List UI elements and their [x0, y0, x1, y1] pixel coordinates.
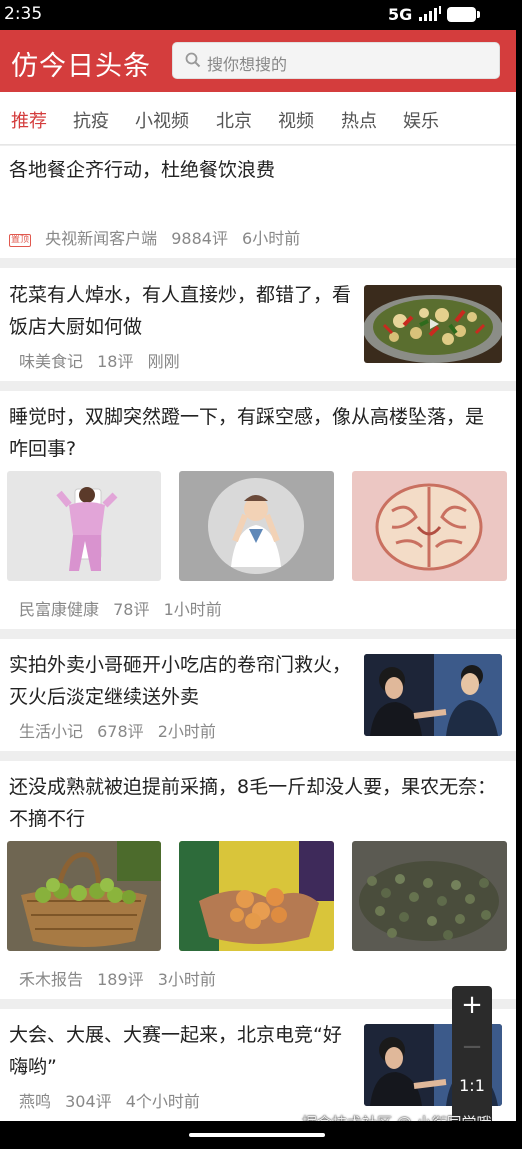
news-source: 生活小记	[19, 722, 84, 741]
news-time: 6小时前	[242, 229, 301, 248]
news-meta: 味美食记 18评 刚刚	[19, 348, 189, 372]
tab-covid[interactable]: 抗疫	[73, 107, 109, 133]
tab-hot[interactable]: 热点	[341, 107, 377, 133]
news-meta: 民富康健康 78评 1小时前	[19, 596, 231, 620]
search-placeholder: 搜你想搜的	[207, 55, 288, 74]
app-title: 仿今日头条	[11, 51, 151, 82]
news-image	[7, 841, 161, 951]
news-source: 味美食记	[19, 352, 84, 371]
pinned-badge: 置顶	[9, 234, 32, 247]
news-time: 2小时前	[157, 722, 216, 741]
tab-beijing[interactable]: 北京	[216, 107, 252, 133]
news-meta: 置顶 央视新闻客户端 9884评 6小时前	[9, 225, 309, 249]
news-title: 花菜有人焯水，有人直接炒，都错了，看饭店大厨如何做	[9, 284, 352, 338]
news-time: 刚刚	[147, 352, 180, 371]
news-time: 3小时前	[157, 970, 216, 989]
news-card[interactable]: 大会、大展、大赛一起来，北京电竞“好嗨哟” 燕鸣 304评 4个小时前	[0, 1009, 516, 1121]
news-card[interactable]: 花菜有人焯水，有人直接炒，都错了，看饭店大厨如何做 味美食记 18评 刚刚	[0, 268, 516, 381]
news-title: 睡觉时，双脚突然蹬一下，有踩空感，像从高楼坠落，是咋回事?	[9, 406, 485, 460]
app-header: 仿今日头条 搜你想搜的	[0, 30, 516, 92]
tab-short-video[interactable]: 小视频	[135, 107, 189, 133]
news-comments: 189评	[97, 970, 144, 989]
news-title: 大会、大展、大赛一起来，北京电竞“好嗨哟”	[9, 1024, 342, 1078]
news-time: 1小时前	[163, 600, 222, 619]
news-source: 民富康健康	[19, 600, 100, 619]
news-source: 禾木报告	[19, 970, 84, 989]
news-card[interactable]: 睡觉时，双脚突然蹬一下，有踩空感，像从高楼坠落，是咋回事? 民富康健康 78评 …	[0, 391, 516, 629]
news-image	[352, 841, 507, 951]
news-time: 4个小时前	[125, 1092, 200, 1111]
zoom-reset-button[interactable]: 1:1	[452, 1076, 492, 1095]
news-meta: 生活小记 678评 2小时前	[19, 718, 225, 742]
search-icon	[185, 52, 201, 68]
tab-recommend[interactable]: 推荐	[11, 107, 47, 133]
news-card[interactable]: 各地餐企齐行动，杜绝餐饮浪费 置顶 央视新闻客户端 9884评 6小时前	[0, 146, 516, 258]
news-source: 燕鸣	[19, 1092, 52, 1111]
news-source: 央视新闻客户端	[45, 229, 158, 248]
screen-edge	[516, 30, 522, 1121]
news-thumbnail	[364, 285, 502, 363]
news-card[interactable]: 实拍外卖小哥砸开小吃店的卷帘门救火，灭火后淡定继续送外卖 生活小记 678评 2…	[0, 639, 516, 751]
status-time: 2:35	[4, 4, 43, 24]
news-comments: 678评	[97, 722, 144, 741]
news-image	[7, 471, 161, 581]
zoom-in-button[interactable]: +	[452, 990, 492, 1020]
battery-nub	[477, 11, 480, 18]
news-image	[179, 471, 334, 581]
news-title: 各地餐企齐行动，杜绝餐饮浪费	[9, 159, 276, 181]
news-title: 实拍外卖小哥砸开小吃店的卷帘门救火，灭火后淡定继续送外卖	[9, 654, 352, 708]
battery-icon	[447, 7, 476, 22]
news-meta: 燕鸣 304评 4个小时前	[19, 1088, 209, 1112]
news-image	[179, 841, 334, 951]
news-comments: 304评	[65, 1092, 112, 1111]
home-indicator[interactable]	[189, 1133, 325, 1137]
news-comments: 78评	[113, 600, 150, 619]
network-type: 5G	[388, 5, 413, 24]
zoom-out-button[interactable]: −	[452, 1032, 492, 1062]
news-thumbnail	[364, 654, 502, 736]
news-comments: 9884评	[171, 229, 228, 248]
signal-icon	[419, 6, 441, 21]
news-title: 还没成熟就被迫提前采摘，8毛一斤却没人要，果农无奈：不摘不行	[9, 776, 497, 830]
tab-entertainment[interactable]: 娱乐	[403, 107, 439, 133]
status-bar: 2:35 5G	[0, 0, 522, 30]
news-meta: 禾木报告 189评 3小时前	[19, 966, 225, 990]
search-input[interactable]: 搜你想搜的	[172, 42, 500, 79]
news-image	[352, 471, 507, 581]
tab-video[interactable]: 视频	[278, 107, 314, 133]
news-comments: 18评	[97, 352, 134, 371]
news-card[interactable]: 还没成熟就被迫提前采摘，8毛一斤却没人要，果农无奈：不摘不行 禾木报告 189评…	[0, 761, 516, 999]
channel-tabs: 推荐 抗疫 小视频 北京 视频 热点 娱乐	[0, 92, 516, 145]
